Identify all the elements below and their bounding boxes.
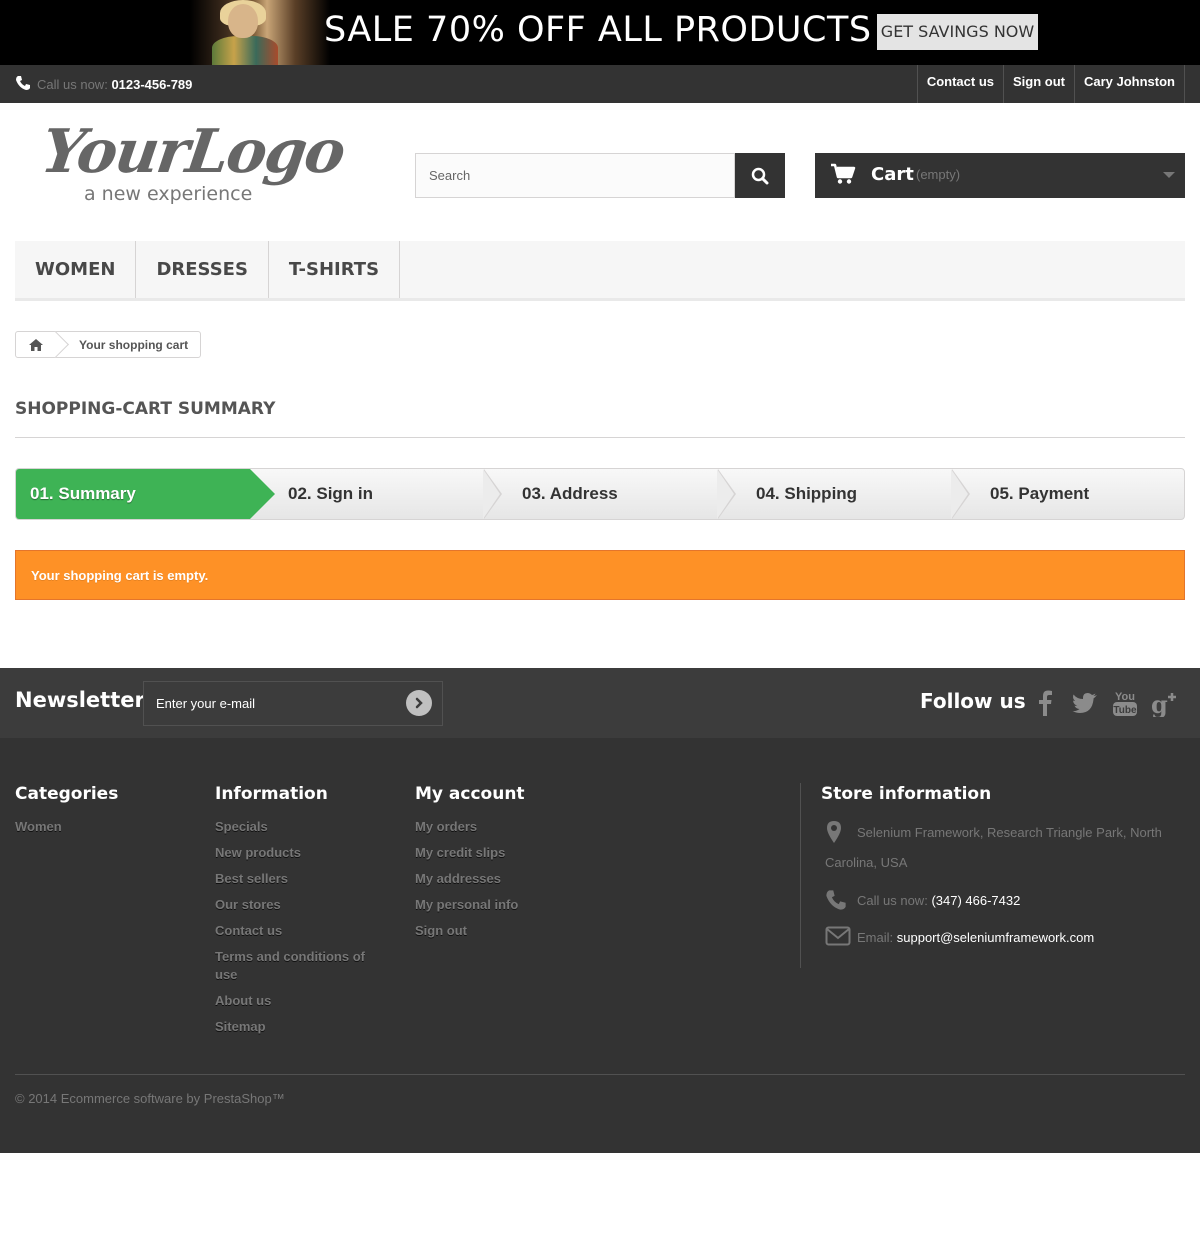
footer-account-title: My account <box>415 784 525 804</box>
checkout-steps: 01. Summary 02. Sign in 03. Address 04. … <box>15 468 1185 520</box>
footer-link-terms[interactable]: Terms and conditions of use <box>215 948 385 984</box>
shop-phone: Call us now: 0123-456-789 <box>15 75 192 92</box>
step-arrow <box>250 469 275 519</box>
svg-text:You: You <box>1115 691 1135 703</box>
footer-link-contact-us[interactable]: Contact us <box>215 922 385 940</box>
copyright[interactable]: © 2014 Ecommerce software by PrestaShop™ <box>15 1091 285 1106</box>
step-label: 04. Shipping <box>756 484 858 503</box>
logo-tagline: a new experience <box>84 183 253 205</box>
footer-information-title: Information <box>215 784 328 804</box>
twitter-icon[interactable] <box>1071 688 1099 718</box>
main-menu: WOMEN DRESSES T-SHIRTS <box>15 241 1185 301</box>
facebook-icon[interactable] <box>1031 688 1059 718</box>
menu-item-dresses[interactable]: DRESSES <box>136 241 269 298</box>
step-summary[interactable]: 01. Summary <box>16 469 275 519</box>
empty-cart-alert: Your shopping cart is empty. <box>15 550 1185 600</box>
footer-link-best-sellers[interactable]: Best sellers <box>215 870 385 888</box>
store-address: Selenium Framework, Research Triangle Pa… <box>825 825 1162 870</box>
google-plus-icon[interactable]: g <box>1151 688 1179 718</box>
envelope-icon <box>825 926 851 946</box>
chevron-down-icon <box>1163 172 1175 178</box>
menu-item-women[interactable]: WOMEN <box>15 241 137 298</box>
search-icon <box>751 167 769 184</box>
cart-status: (empty) <box>916 167 961 182</box>
account-link[interactable]: Cary Johnston <box>1073 65 1185 103</box>
search-button[interactable] <box>735 153 785 198</box>
phone-number: 0123-456-789 <box>111 77 193 92</box>
step-label: 01. Summary <box>30 484 136 503</box>
footer-link-our-stores[interactable]: Our stores <box>215 896 385 914</box>
store-call-label: Call us now: <box>857 893 928 908</box>
footer-link-sitemap[interactable]: Sitemap <box>215 1018 385 1036</box>
footer-link-specials[interactable]: Specials <box>215 818 385 836</box>
breadcrumb: Your shopping cart <box>15 331 202 358</box>
get-savings-button[interactable]: GET SAVINGS NOW <box>877 14 1038 50</box>
footer-categories: Categories Women <box>15 784 118 844</box>
banner-headline: SALE 70% OFF ALL PRODUCTS <box>324 10 872 50</box>
chevron-right-icon <box>415 697 423 709</box>
breadcrumb-home[interactable] <box>16 332 56 357</box>
breadcrumb-current: Your shopping cart <box>79 337 189 352</box>
call-label: Call us now: <box>37 77 108 92</box>
step-payment[interactable]: 05. Payment <box>952 469 1184 519</box>
promo-banner[interactable]: SALE 70% OFF ALL PRODUCTS GET SAVINGS NO… <box>0 0 1200 65</box>
step-sign-in[interactable]: 02. Sign in <box>250 469 502 519</box>
footer: Categories Women Information Specials Ne… <box>0 738 1200 1153</box>
store-information: Store information Selenium Framework, Re… <box>821 784 1186 959</box>
step-label: 03. Address <box>522 484 618 503</box>
page-title: SHOPPING-CART SUMMARY <box>15 399 276 419</box>
store-phone: (347) 466-7432 <box>931 893 1021 908</box>
step-label: 02. Sign in <box>288 484 374 503</box>
heading-divider <box>15 437 1185 438</box>
store-logo[interactable]: YourLogo a new experience <box>37 117 348 213</box>
newsletter-submit-button[interactable] <box>406 690 432 716</box>
youtube-icon[interactable]: You Tube <box>1111 688 1139 718</box>
step-label: 05. Payment <box>990 484 1090 503</box>
store-email-label: Email: <box>857 930 894 945</box>
phone-icon <box>826 890 846 910</box>
home-icon <box>29 338 43 351</box>
store-email-link[interactable]: support@seleniumframework.com <box>897 930 1094 945</box>
store-divider <box>800 783 801 968</box>
footer-link-my-addresses[interactable]: My addresses <box>415 870 525 888</box>
cart-label: Cart <box>871 164 914 185</box>
search-block <box>415 153 785 198</box>
phone-icon <box>16 76 30 90</box>
footer-categories-title: Categories <box>15 784 119 804</box>
sign-out-link[interactable]: Sign out <box>1002 65 1074 103</box>
newsletter-title: Newsletter <box>15 688 145 712</box>
follow-us-title: Follow us <box>920 689 1026 713</box>
footer-link-about-us[interactable]: About us <box>215 992 385 1010</box>
newsletter-email-input[interactable] <box>143 681 443 726</box>
step-shipping[interactable]: 04. Shipping <box>718 469 970 519</box>
contact-us-link[interactable]: Contact us <box>916 65 1003 103</box>
top-bar: Call us now: 0123-456-789 Contact us Sig… <box>0 65 1200 103</box>
menu-item-t-shirts[interactable]: T-SHIRTS <box>269 241 401 298</box>
store-address-row: Selenium Framework, Research Triangle Pa… <box>821 820 1186 880</box>
top-nav: Contact us Sign out Cary Johnston <box>916 65 1185 103</box>
search-input[interactable] <box>415 153 735 198</box>
footer-link-my-orders[interactable]: My orders <box>415 818 525 836</box>
store-phone-row: Call us now: (347) 466-7432 <box>821 890 1186 922</box>
step-address[interactable]: 03. Address <box>484 469 736 519</box>
cart-block[interactable]: Cart (empty) <box>815 153 1185 198</box>
store-info-title: Store information <box>821 784 992 804</box>
svg-text:g: g <box>1151 690 1168 717</box>
store-email-row: Email: support@seleniumframework.com <box>821 926 1186 959</box>
svg-text:Tube: Tube <box>1113 705 1137 716</box>
footer-divider <box>15 1074 1185 1075</box>
footer-link-credit-slips[interactable]: My credit slips <box>415 844 525 862</box>
banner-model-image <box>190 0 330 65</box>
footer-link-personal-info[interactable]: My personal info <box>415 896 525 914</box>
footer-link-sign-out[interactable]: Sign out <box>415 922 525 940</box>
footer-my-account: My account My orders My credit slips My … <box>415 784 525 948</box>
footer-link-new-products[interactable]: New products <box>215 844 385 862</box>
cart-icon <box>831 163 856 184</box>
footer-link-women[interactable]: Women <box>15 818 118 836</box>
logo-text: YourLogo <box>37 117 348 187</box>
footer-information: Information Specials New products Best s… <box>215 784 385 1044</box>
newsletter-band: Newsletter Follow us You Tube g <box>0 668 1200 738</box>
